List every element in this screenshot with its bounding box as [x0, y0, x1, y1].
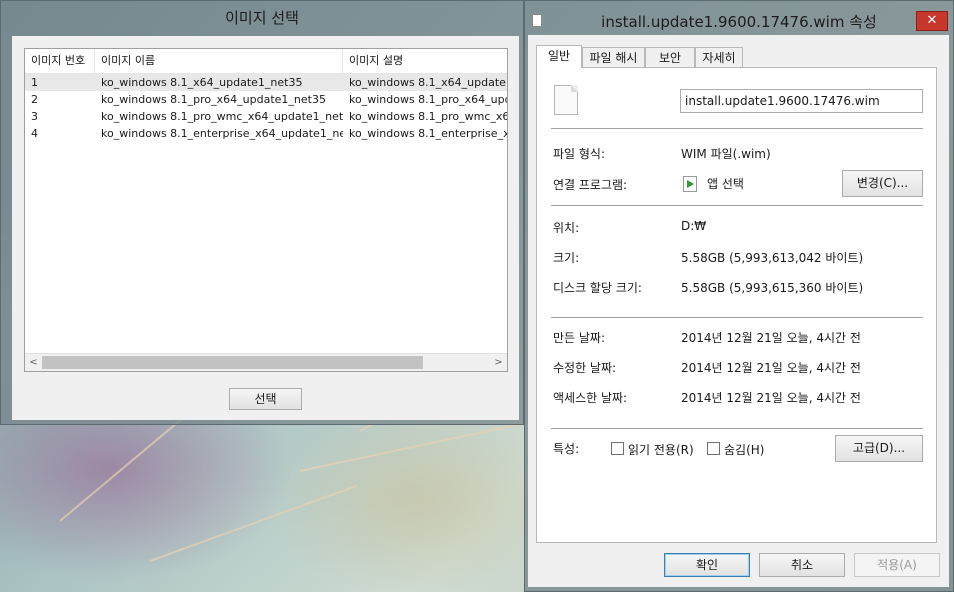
image-select-title: 이미지 선택 [225, 9, 299, 27]
tab-security[interactable]: 보안 [645, 47, 695, 67]
tab-file-hash[interactable]: 파일 해시 [582, 47, 645, 67]
cancel-button[interactable]: 취소 [759, 553, 845, 577]
properties-client: 일반 파일 해시 보안 자세히 install.update1.9600.174… [528, 35, 949, 587]
ok-button[interactable]: 확인 [664, 553, 750, 577]
close-button[interactable]: ✕ [916, 11, 948, 31]
size-on-disk-label: 디스크 할당 크기: [553, 281, 642, 295]
properties-title: install.update1.9600.17476.wim 속성 [601, 13, 877, 31]
file-type-icon [554, 85, 578, 115]
image-desc-cell: ko_windows 8.1_pro_x64_update1_net35 [349, 93, 507, 106]
image-desc-cell: ko_windows 8.1_x64_update1_net35 [349, 76, 507, 89]
image-desc-cell: ko_windows 8.1_pro_wmc_x64_update1_net35 [349, 110, 508, 123]
image-number-cell: 3 [31, 110, 38, 123]
image-name-cell: ko_windows 8.1_pro_wmc_x64_update1_net35 [101, 110, 343, 123]
location-value: D:₩ [681, 219, 707, 233]
created-value: 2014년 12월 21일 오늘, 4시간 전 [681, 331, 861, 345]
opens-with-label: 연결 프로그램: [553, 178, 628, 192]
modified-value: 2014년 12월 21일 오늘, 4시간 전 [681, 361, 861, 375]
divider [551, 205, 923, 206]
accessed-label: 액세스한 날짜: [553, 391, 628, 405]
image-number-cell: 2 [31, 93, 38, 106]
created-label: 만든 날짜: [553, 331, 606, 345]
accessed-value: 2014년 12월 21일 오늘, 4시간 전 [681, 391, 861, 405]
size-value: 5.58GB (5,993,613,042 바이트) [681, 251, 864, 265]
divider [551, 128, 923, 129]
modified-label: 수정한 날짜: [553, 361, 617, 375]
location-label: 위치: [553, 221, 580, 235]
tab-details[interactable]: 자세히 [695, 47, 743, 67]
hidden-checkbox[interactable] [707, 442, 720, 455]
horizontal-scrollbar[interactable]: < > [25, 353, 507, 371]
image-list-row[interactable]: 2 ko_windows 8.1_pro_x64_update1_net35 k… [25, 91, 507, 108]
image-number-cell: 1 [31, 76, 38, 89]
divider [551, 317, 923, 318]
scroll-right-arrow-icon[interactable]: > [490, 354, 507, 371]
column-header-description[interactable]: 이미지 설명 [343, 49, 507, 73]
wallpaper-streak [299, 420, 535, 472]
file-type-value: WIM 파일(.wim) [681, 147, 771, 161]
app-select-icon [683, 176, 697, 192]
image-list[interactable]: 이미지 번호 이미지 이름 이미지 설명 1 ko_windows 8.1_x6… [24, 48, 508, 372]
readonly-checkbox[interactable] [611, 442, 624, 455]
file-type-label: 파일 형식: [553, 147, 606, 161]
image-name-cell: ko_windows 8.1_x64_update1_net35 [101, 76, 303, 89]
apply-button[interactable]: 적용(A) [854, 553, 940, 577]
advanced-button[interactable]: 고급(D)... [835, 435, 923, 462]
column-header-number[interactable]: 이미지 번호 [25, 49, 95, 73]
image-desc-cell: ko_windows 8.1_enterprise_x64_update1_ne… [349, 127, 508, 140]
readonly-checkbox-label[interactable]: 읽기 전용(R) [628, 441, 694, 458]
scrollbar-thumb[interactable] [42, 356, 423, 369]
opens-with-value: 앱 선택 [707, 177, 744, 191]
wallpaper-streak [149, 484, 358, 562]
properties-window: install.update1.9600.17476.wim 속성 ✕ 일반 파… [524, 0, 954, 592]
image-name-cell: ko_windows 8.1_enterprise_x64_update1_ne… [101, 127, 343, 140]
image-list-row[interactable]: 1 ko_windows 8.1_x64_update1_net35 ko_wi… [25, 74, 507, 91]
tab-general[interactable]: 일반 [536, 45, 582, 68]
file-name-field[interactable]: install.update1.9600.17476.wim [680, 89, 923, 113]
divider [551, 428, 923, 429]
image-list-row[interactable]: 3 ko_windows 8.1_pro_wmc_x64_update1_net… [25, 108, 507, 125]
image-select-window: 이미지 선택 이미지 번호 이미지 이름 이미지 설명 1 ko_windows… [0, 0, 524, 425]
size-label: 크기: [553, 251, 580, 265]
image-list-row[interactable]: 4 ko_windows 8.1_enterprise_x64_update1_… [25, 125, 507, 142]
column-header-name[interactable]: 이미지 이름 [95, 49, 343, 73]
hidden-checkbox-label[interactable]: 숨김(H) [724, 441, 764, 458]
image-number-cell: 4 [31, 127, 38, 140]
attributes-label: 특성: [553, 442, 580, 456]
image-name-cell: ko_windows 8.1_pro_x64_update1_net35 [101, 93, 326, 106]
size-on-disk-value: 5.58GB (5,993,615,360 바이트) [681, 281, 864, 295]
select-button[interactable]: 선택 [229, 388, 302, 410]
image-list-header: 이미지 번호 이미지 이름 이미지 설명 [25, 49, 507, 74]
scroll-left-arrow-icon[interactable]: < [25, 354, 42, 371]
change-button[interactable]: 변경(C)... [842, 170, 923, 197]
image-select-client: 이미지 번호 이미지 이름 이미지 설명 1 ko_windows 8.1_x6… [12, 36, 519, 420]
general-tab-panel: install.update1.9600.17476.wim 파일 형식: WI… [536, 67, 937, 543]
